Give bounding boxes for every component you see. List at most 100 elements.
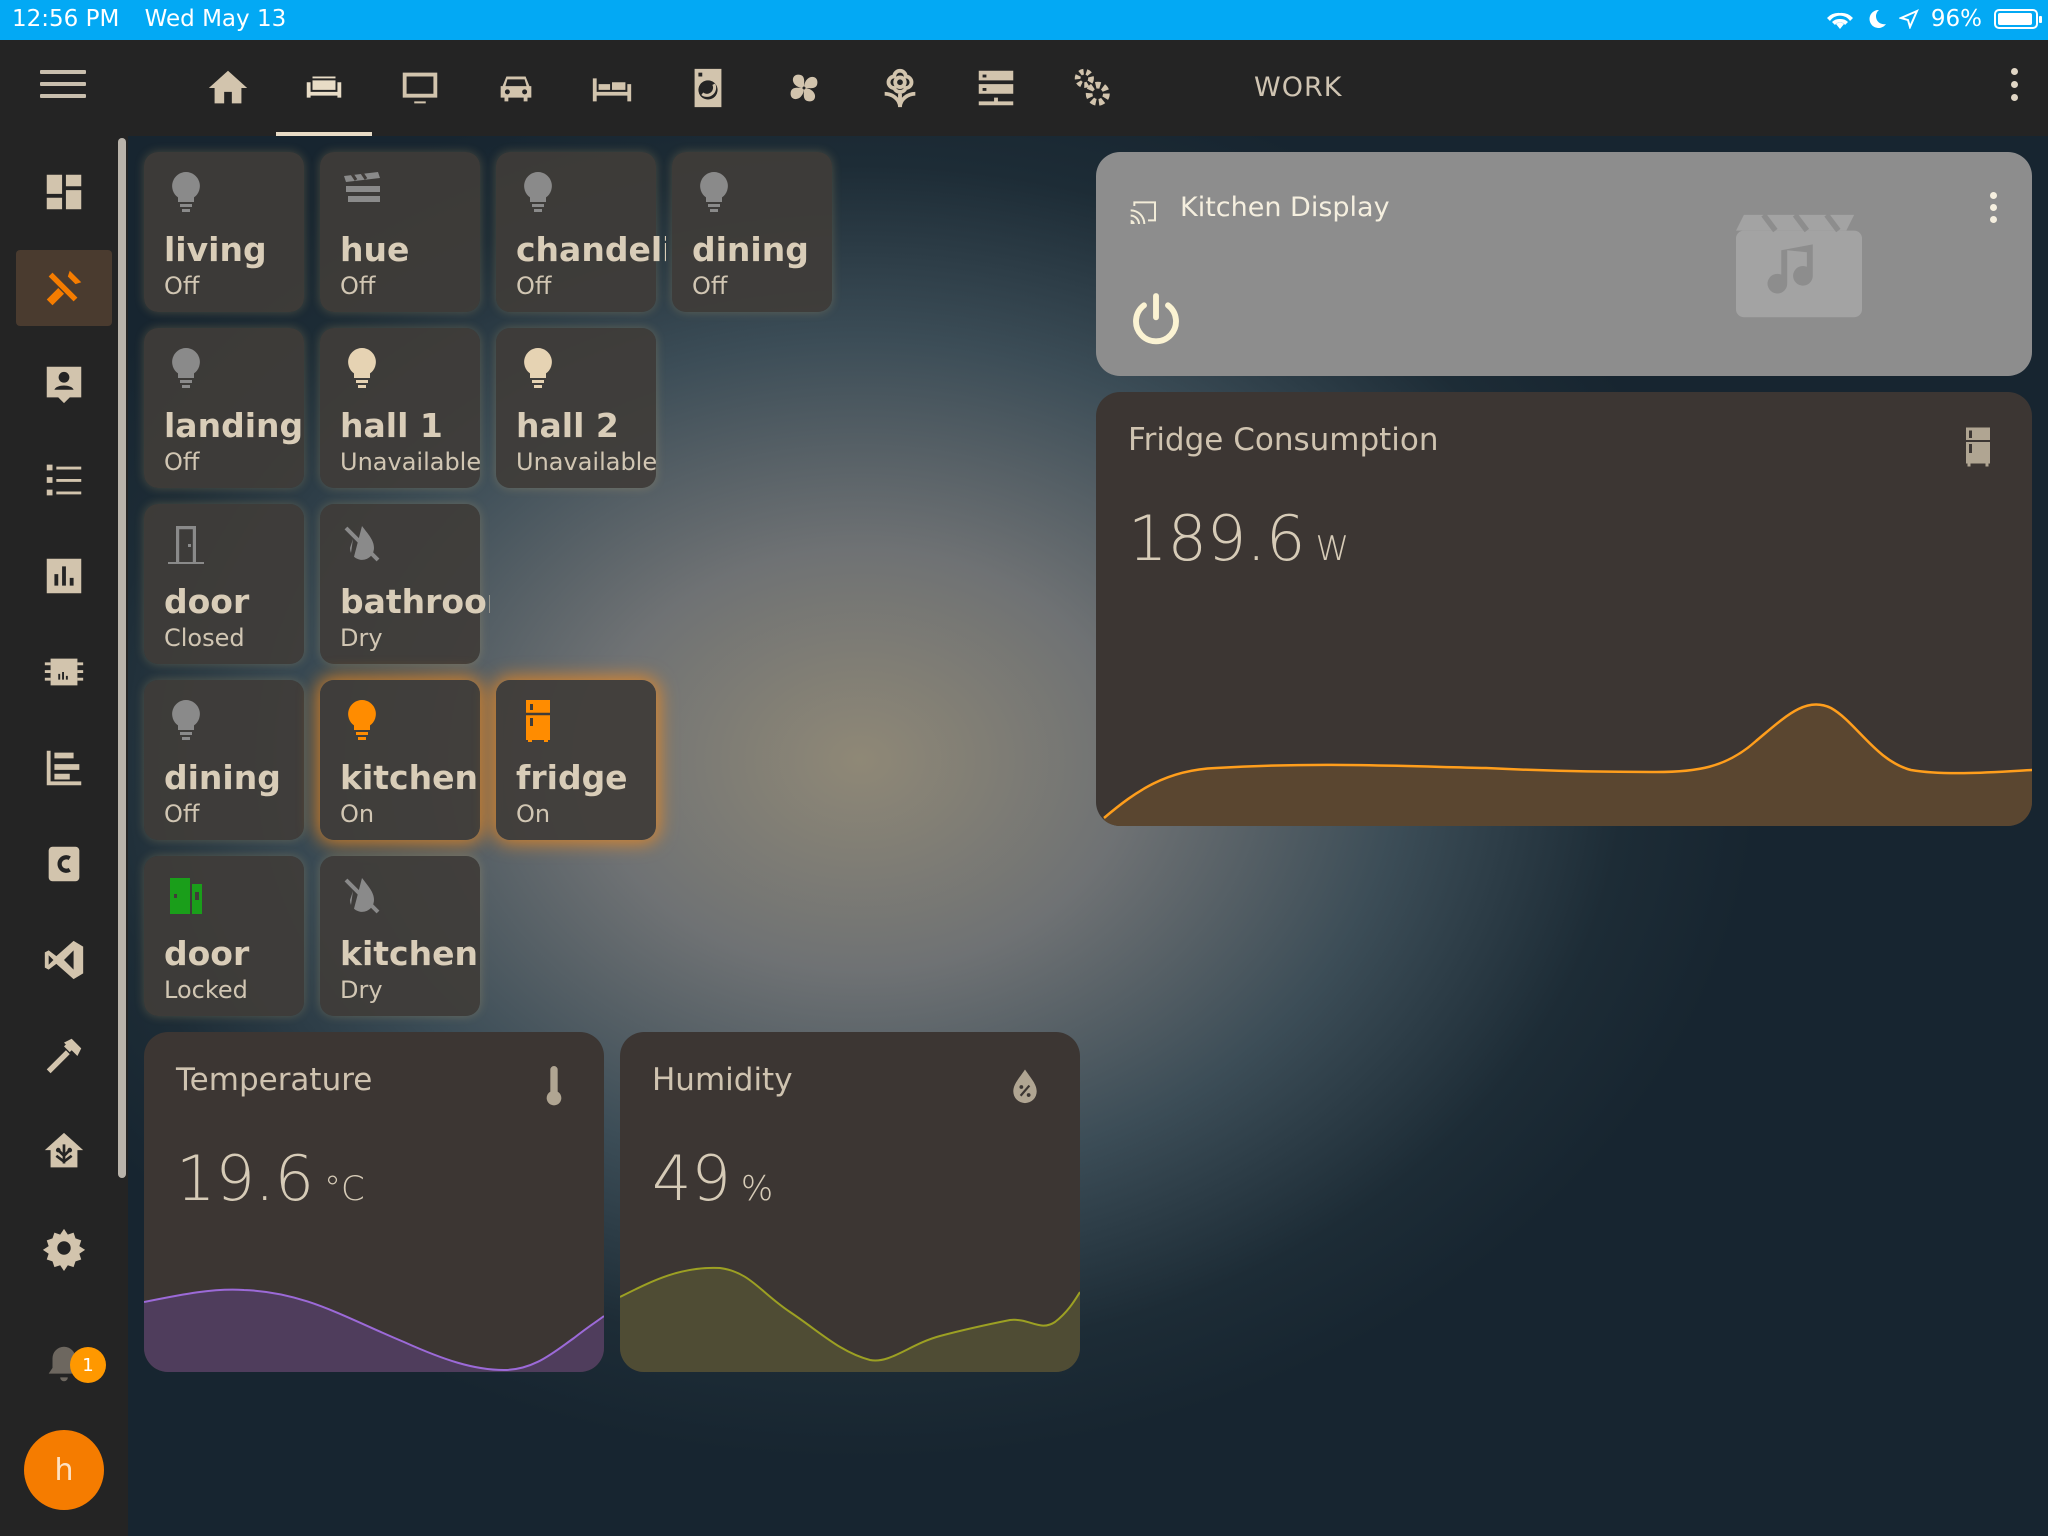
tile-landing-light[interactable]: landing Off [144,328,304,488]
sidebar-scrollbar[interactable] [118,138,126,1178]
tile-door-sensor[interactable]: door Closed [144,504,304,664]
tile-name: kitchen [340,758,478,797]
sidebar-item-vscode[interactable] [16,922,112,998]
tab-work[interactable]: WORK [1254,72,1342,103]
tab-garage[interactable] [468,40,564,136]
tile-state: Dry [340,976,383,1004]
sidebar [0,136,128,1536]
car-icon [500,76,532,102]
sidebar-item-history[interactable] [16,538,112,614]
tab-climate[interactable] [756,40,852,136]
sidebar-item-hardware[interactable] [16,634,112,710]
tab-media[interactable] [372,40,468,136]
temperature-graph [144,1288,604,1372]
more-vert-icon[interactable] [2008,68,2020,108]
sidebar-item-configuration[interactable] [16,1210,112,1286]
tile-name: fridge [516,758,628,797]
card-value: 189.6 W [1128,502,1349,575]
tile-state: Off [692,272,728,300]
sidebar-item-states[interactable] [16,730,112,806]
hamburger-menu-icon[interactable] [40,70,86,106]
media-more-icon[interactable] [1990,192,2000,223]
dashboard-icon [46,174,82,210]
sidebar-item-home-assistant[interactable] [16,1114,112,1190]
tile-name: door [164,582,250,621]
tile-dining-light-2[interactable]: dining Off [144,680,304,840]
tile-state: Off [516,272,552,300]
tile-chandelier-light[interactable]: chandeli. Off [496,152,666,312]
water-percent-icon [1013,1069,1037,1104]
sofa-icon [306,76,342,98]
tile-state: Dry [340,624,383,652]
user-avatar[interactable]: h [24,1430,104,1510]
server-icon [978,70,1014,106]
sidebar-item-logbook[interactable] [16,442,112,518]
fridge-icon [526,700,550,742]
tile-state: Closed [164,624,245,652]
tile-door-lock[interactable]: door Locked [144,856,304,1016]
tile-name: door [164,934,250,973]
lightbulb-icon [348,700,376,740]
tab-home[interactable] [180,40,276,136]
tile-state: On [340,800,375,828]
tile-hall-2-light[interactable]: hall 2 Unavailable [496,328,657,488]
lightbulb-icon [172,172,200,212]
cast-icon [1130,201,1156,224]
status-date: Wed May 13 [144,6,287,32]
home-assistant-icon [44,1132,84,1168]
bed-icon [592,78,632,102]
tab-living-room[interactable] [276,40,372,136]
tile-kitchen-leak[interactable]: kitchen Dry [320,856,480,1016]
humidity-graph [620,1266,1080,1372]
tile-dining-light[interactable]: dining Off [672,152,832,312]
scene-clapperboard-icon [344,172,380,202]
humidity-unit: % [740,1169,774,1209]
tile-state: Off [340,272,376,300]
tab-bedroom[interactable] [564,40,660,136]
tab-laundry[interactable] [660,40,756,136]
tab-settings[interactable] [1044,40,1140,136]
sidebar-item-account[interactable] [16,346,112,422]
card-value: 19.6 °C [176,1142,365,1215]
lightbulb-icon [172,348,200,388]
fridge-consumption-card[interactable]: Fridge Consumption 189.6 W [1096,392,2032,826]
movie-music-icon [1736,214,1862,318]
lightbulb-icon [348,348,376,388]
tile-kitchen-light[interactable]: kitchen On [320,680,480,840]
lightbulb-icon [700,172,728,212]
washing-machine-icon [694,68,722,108]
tile-fridge-switch[interactable]: fridge On [496,680,656,840]
tools-icon [46,270,82,306]
status-time: 12:56 PM [12,6,120,32]
tile-name: dining [692,230,809,269]
tab-garden[interactable] [852,40,948,136]
temperature-value: 19.6 [176,1142,315,1215]
sidebar-item-developer[interactable] [16,1018,112,1094]
flower-icon [884,68,916,108]
tile-hall-1-light[interactable]: hall 1 Unavailable [320,328,481,488]
tab-network[interactable] [948,40,1044,136]
door-locked-icon [170,878,202,914]
temperature-unit: °C [324,1169,365,1209]
home-icon [208,70,248,104]
tile-state: Locked [164,976,248,1004]
status-bar: 12:56 PM Wed May 13 96% [0,0,2048,40]
tile-name: chandeli. [516,230,666,269]
water-off-icon [344,878,380,914]
power-icon[interactable] [1124,288,1188,352]
chart-icon [46,558,82,594]
water-off-icon [344,526,380,562]
hammer-icon [46,1038,82,1074]
sidebar-item-code[interactable] [16,826,112,902]
fridge-unit: W [1315,529,1350,569]
sidebar-item-tools[interactable] [16,250,112,326]
temperature-card[interactable]: Temperature 19.6 °C [144,1032,604,1372]
tile-living-light[interactable]: living Off [144,152,304,312]
card-title: Temperature [176,1062,373,1098]
fan-icon [790,74,818,102]
tile-bathroom-leak[interactable]: bathroom Dry [320,504,490,664]
sidebar-item-overview[interactable] [16,154,112,230]
tile-hue-scene[interactable]: hue Off [320,152,480,312]
tile-name: hall 1 [340,406,443,445]
humidity-card[interactable]: Humidity 49% [620,1032,1080,1372]
